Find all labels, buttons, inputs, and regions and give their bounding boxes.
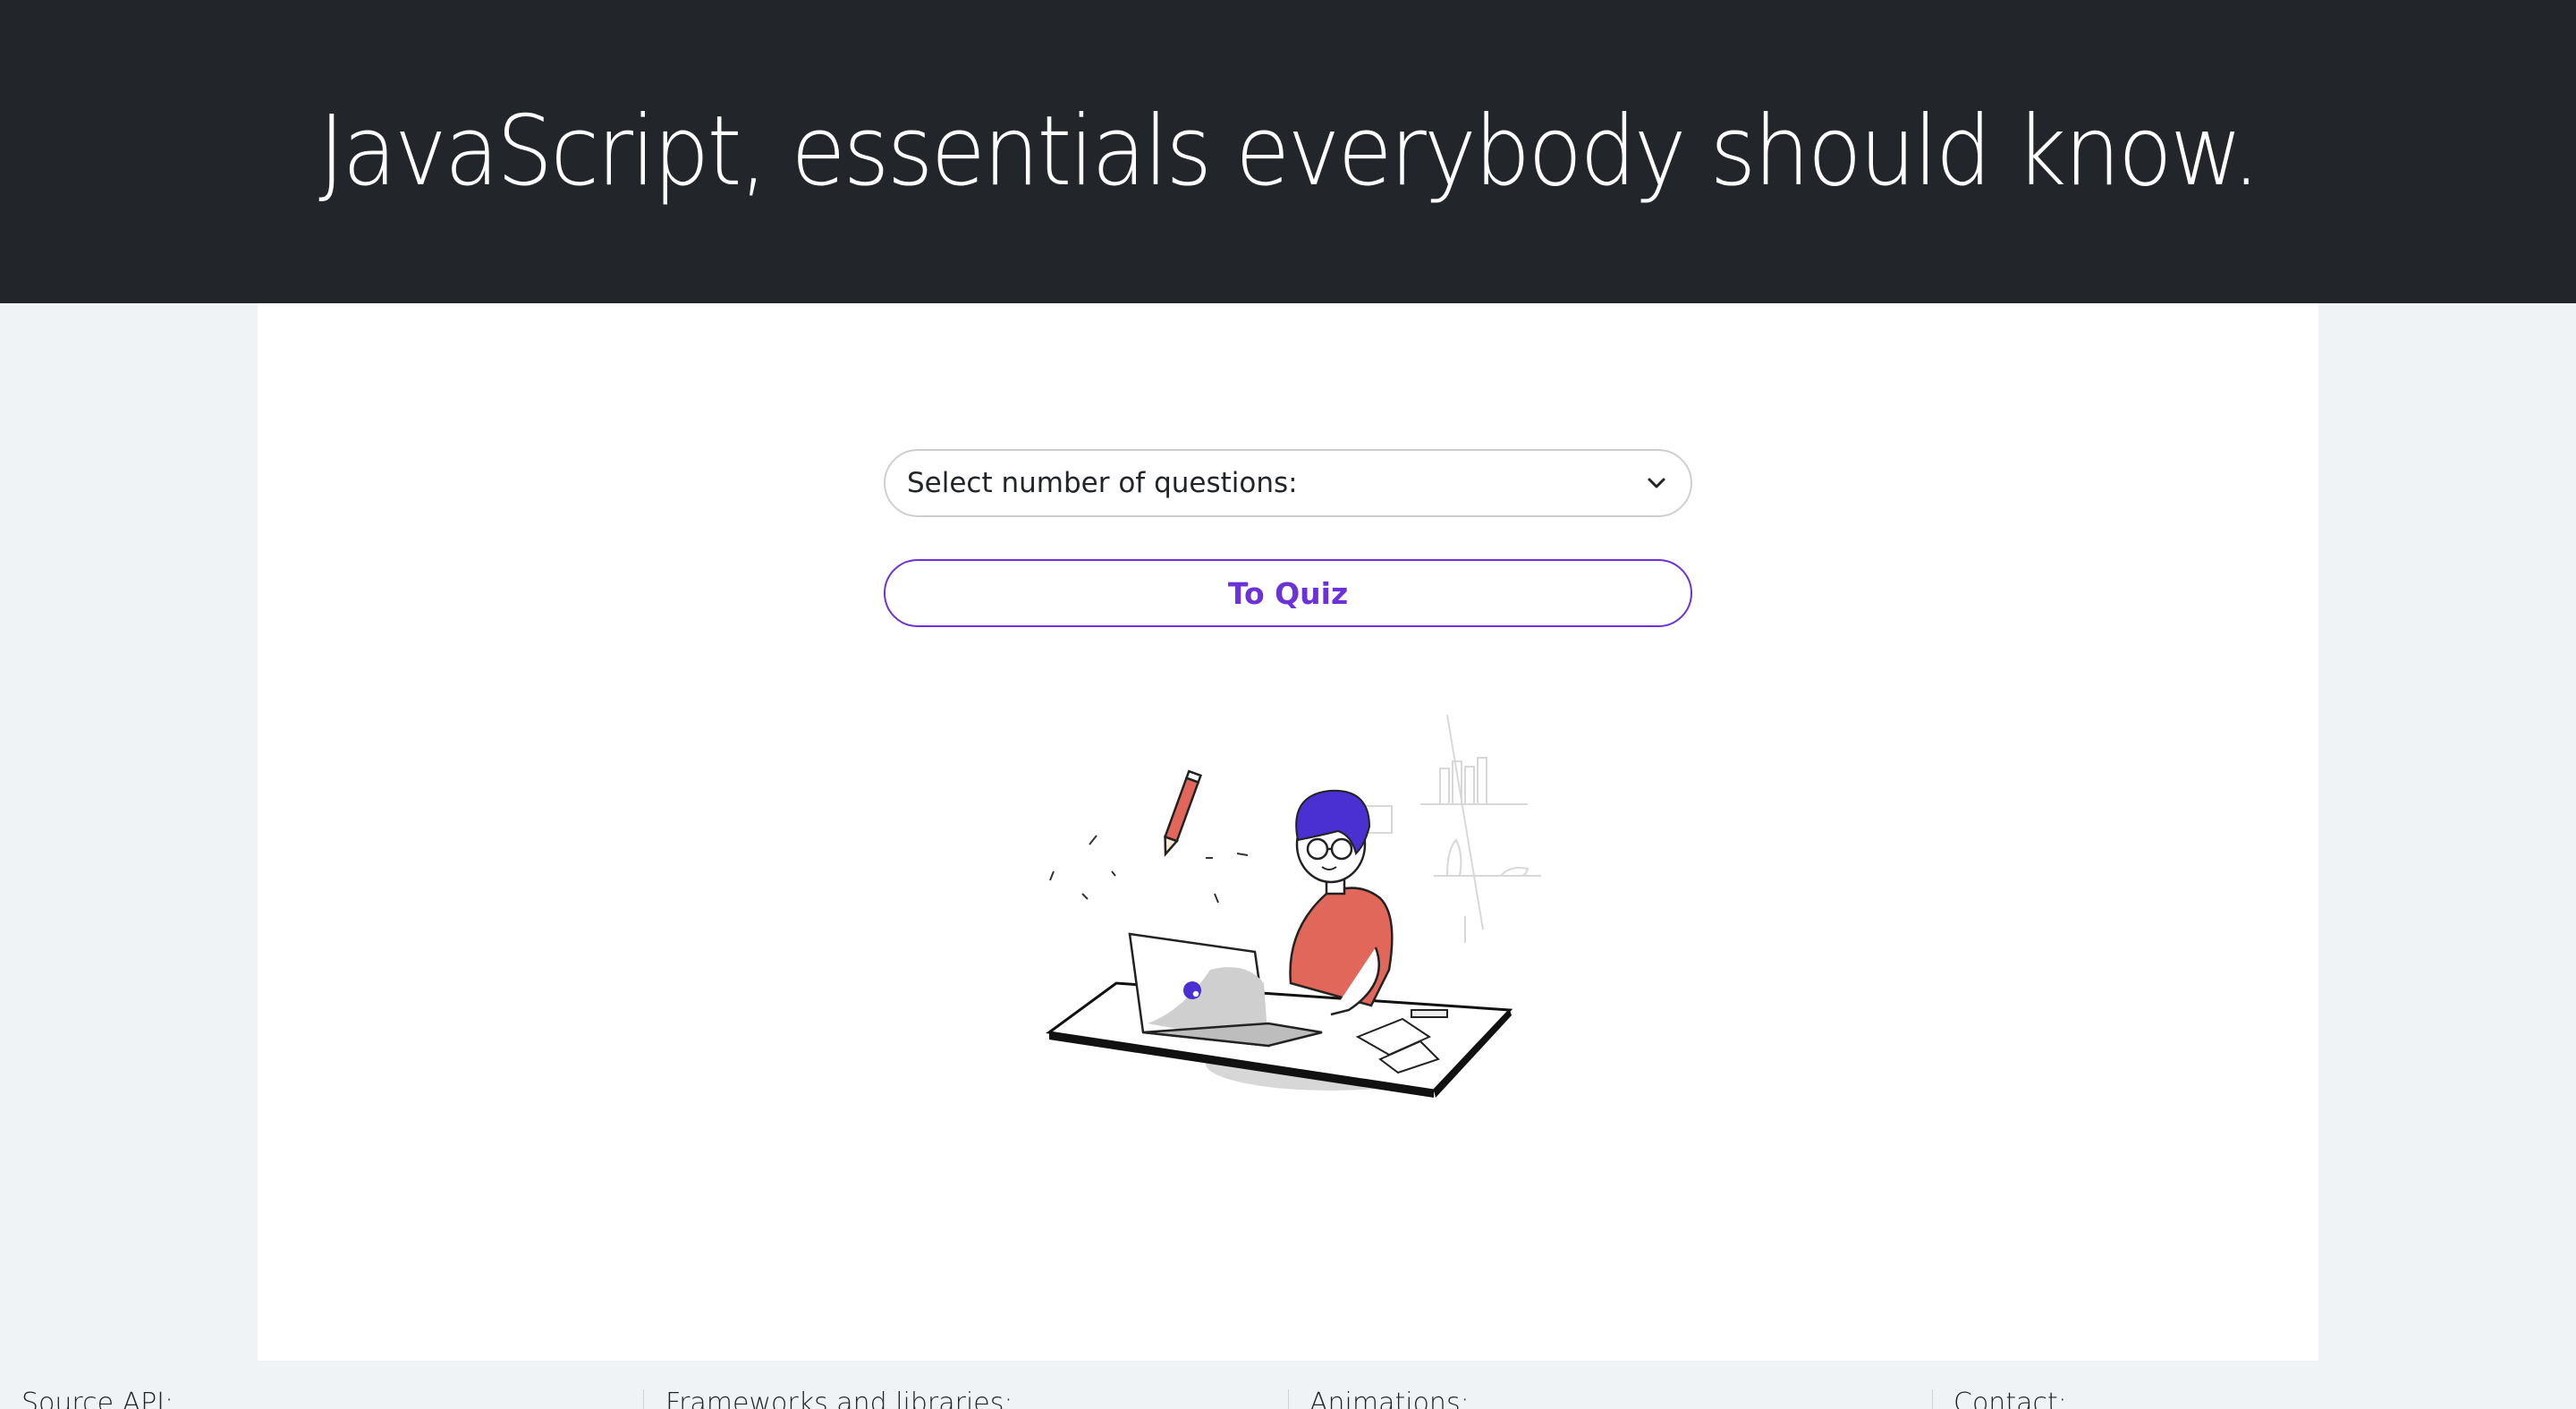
person-at-laptop-illustration: [1027, 714, 1563, 1162]
to-quiz-button[interactable]: To Quiz: [884, 559, 1692, 627]
main-content: Select number of questions: To Quiz: [258, 303, 2318, 1361]
person-figure: [1289, 789, 1394, 1016]
site-footer: Source API: Frameworks and libraries: An…: [0, 1361, 2576, 1409]
footer-divider: [643, 1389, 644, 1409]
page-title: JavaScript, essentials everybody should …: [318, 95, 2260, 208]
site-header: JavaScript, essentials everybody should …: [0, 0, 2576, 303]
question-count-select[interactable]: Select number of questions:: [884, 449, 1692, 517]
footer-heading-animations: Animations:: [1309, 1388, 1470, 1409]
footer-divider: [1288, 1389, 1289, 1409]
pencil-icon: [1163, 769, 1203, 857]
chevron-down-icon: [1644, 471, 1669, 496]
footer-divider: [1932, 1389, 1933, 1409]
question-count-select-value: Select number of questions:: [907, 467, 1298, 499]
page: JavaScript, essentials everybody should …: [0, 0, 2576, 1409]
footer-heading-frameworks: Frameworks and libraries:: [665, 1388, 1013, 1409]
footer-heading-source-api: Source API:: [21, 1388, 174, 1409]
footer-heading-contact: Contact:: [1953, 1388, 2067, 1409]
